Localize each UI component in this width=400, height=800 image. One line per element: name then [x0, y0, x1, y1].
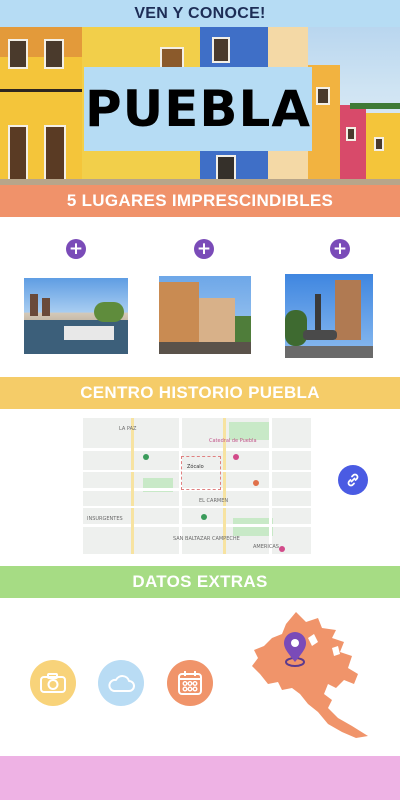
hero-image: PUEBLA	[0, 27, 400, 185]
plus-icon[interactable]: +	[66, 239, 86, 259]
map-label-insurgentes: INSURGENTES	[87, 516, 123, 522]
datos-section-header: DATOS EXTRAS	[0, 566, 400, 598]
link-button[interactable]	[338, 465, 368, 495]
hero-title-box: PUEBLA	[84, 67, 312, 151]
place-photo-2[interactable]	[159, 276, 251, 354]
place-photo-1[interactable]	[24, 278, 128, 354]
camera-button[interactable]	[30, 660, 76, 706]
place-photo-3[interactable]	[285, 274, 373, 358]
north-america-map	[252, 612, 368, 738]
centro-section-header: CENTRO HISTORIO PUEBLA	[0, 377, 400, 409]
map-label-san-baltazar: SAN BALTAZAR CAMPECHE	[173, 536, 240, 542]
map-label-centro: EL CARMEN	[199, 498, 229, 504]
map-label-zocalo: Zócalo	[187, 464, 204, 470]
plus-icon[interactable]: +	[194, 239, 214, 259]
calendar-icon	[178, 671, 202, 695]
plus-icon[interactable]: +	[330, 239, 350, 259]
hero-title: PUEBLA	[84, 80, 312, 138]
centro-section-title: CENTRO HISTORIO PUEBLA	[80, 383, 320, 402]
footer-band	[0, 756, 400, 800]
weather-button[interactable]	[98, 660, 144, 706]
map-label-catedral: Catedral de Puebla	[209, 438, 257, 444]
places-section-title: 5 LUGARES IMPRESCINDIBLES	[66, 191, 334, 210]
centro-map[interactable]: LA PAZ Catedral de Puebla Zócalo EL CARM…	[83, 418, 311, 554]
header-banner: VEN Y CONOCE!	[0, 0, 400, 27]
datos-section-title: DATOS EXTRAS	[132, 572, 268, 591]
header-title: VEN Y CONOCE!	[134, 4, 266, 22]
link-icon	[347, 473, 359, 487]
camera-icon	[40, 673, 66, 693]
map-pin-icon	[284, 632, 306, 667]
calendar-button[interactable]	[167, 660, 213, 706]
places-section-header: 5 LUGARES IMPRESCINDIBLES	[0, 185, 400, 217]
cloud-icon	[108, 675, 135, 692]
map-label-la-paz: LA PAZ	[119, 426, 137, 432]
map-label-americas: AMERICAS	[253, 544, 279, 550]
